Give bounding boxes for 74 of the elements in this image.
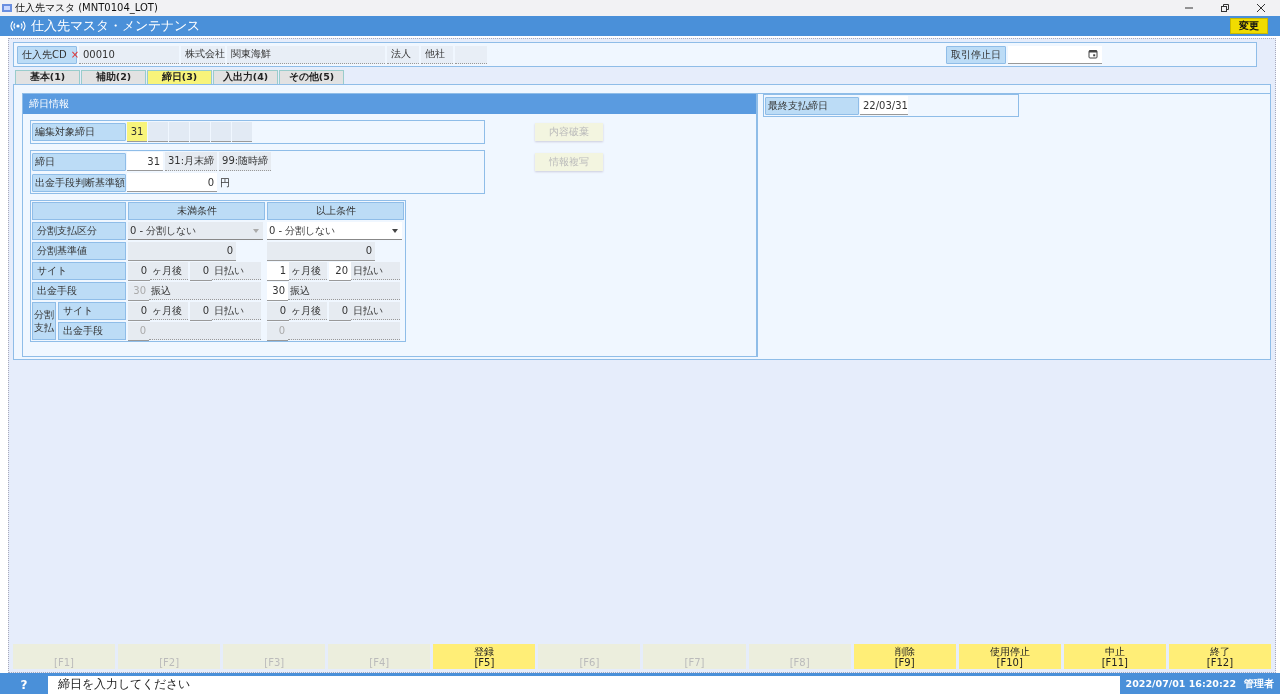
day-cell[interactable] [211, 122, 231, 142]
day-cell[interactable] [169, 122, 189, 142]
input-field[interactable]: 関東海鮮 [227, 45, 385, 64]
function-key[interactable]: 削除 [F9] [853, 644, 956, 669]
dropdown-value: 0 - 分割しない [130, 223, 197, 238]
field-label: 最終支払締日 [765, 96, 859, 115]
field-label: 編集対象締日 [32, 123, 126, 141]
required-mark: × [70, 49, 80, 60]
method-name: 振込 [149, 282, 261, 300]
dropdown-value: 0 - 分割しない [269, 223, 336, 238]
close-icon[interactable] [1256, 3, 1266, 13]
row-label: 分割基準値 [32, 242, 126, 260]
input-field[interactable]: 0 [127, 173, 217, 192]
column-header: 未満条件 [128, 202, 265, 220]
input-field[interactable]: 1 [267, 261, 289, 281]
unit-label: 日払い [212, 262, 261, 280]
row-label: サイト [32, 262, 126, 280]
input-field[interactable]: 20 [329, 261, 351, 281]
column-header: 以上条件 [267, 202, 404, 220]
input-field[interactable] [288, 322, 400, 340]
function-key[interactable]: 中止 [F11] [1063, 644, 1166, 669]
input-field[interactable]: 00010 [79, 45, 179, 64]
day-cell[interactable]: 31 [127, 122, 147, 142]
input-field[interactable]: 30 [267, 281, 288, 301]
unit-label: 円 [220, 175, 230, 190]
caret-icon [253, 228, 259, 233]
input-field[interactable] [149, 322, 261, 340]
window-title: 仕入先マスタ (MNT0104_LOT) [15, 1, 158, 15]
field-label-text: 仕入先CD [22, 47, 67, 62]
day-cell[interactable] [232, 122, 252, 142]
row-label: 出金手段 [58, 322, 126, 340]
unit-label: 日払い [351, 262, 400, 280]
day-cell[interactable] [148, 122, 168, 142]
date-field[interactable] [1008, 45, 1102, 64]
user-name: 管理者 [1244, 678, 1274, 691]
row-label: 分割支払区分 [32, 222, 126, 240]
unit-label: ヶ月後 [289, 262, 327, 280]
restore-icon[interactable] [1220, 3, 1230, 13]
change-button[interactable]: 変更 [1230, 18, 1268, 34]
tab[interactable]: 補助(2) [81, 70, 146, 84]
function-key[interactable]: 登録 [F5] [433, 644, 536, 669]
hint-text: 31:月末締 [165, 152, 218, 171]
caret-icon [392, 228, 398, 233]
calendar-icon [1088, 49, 1098, 59]
broadcast-icon [10, 20, 26, 32]
tab[interactable]: その他(5) [279, 70, 344, 84]
unit-label: ヶ月後 [150, 262, 188, 280]
unit-label: 日払い [212, 302, 261, 320]
input-field[interactable] [455, 45, 487, 64]
tab[interactable]: 締日(3) [147, 70, 212, 84]
app-icon [2, 3, 12, 13]
row-label: 出金手段 [32, 282, 126, 300]
method-name: 振込 [288, 282, 400, 300]
unit-label: ヶ月後 [150, 302, 188, 320]
field-label: 締日 [32, 152, 126, 171]
status-message: 締日を入力してください [48, 675, 1120, 694]
function-key[interactable]: 使用停止 [F10] [958, 644, 1061, 669]
day-cell[interactable] [190, 122, 210, 142]
row-label: サイト [58, 302, 126, 320]
screen-title: 仕入先マスタ・メンテナンス [31, 17, 200, 35]
function-key[interactable]: 終了 [F12] [1168, 644, 1271, 669]
input-field[interactable]: 22/03/31 [860, 96, 908, 115]
section-heading: 締日情報 [23, 94, 756, 114]
tab[interactable]: 基本(1) [15, 70, 80, 84]
datetime-text: 2022/07/01 16:20:22 [1125, 678, 1236, 691]
field-label: 出金手段判断基準額 [32, 173, 126, 192]
unit-label: ヶ月後 [289, 302, 327, 320]
unit-label: 日払い [351, 302, 400, 320]
row-group-label: 分割支払 [32, 302, 56, 340]
field-label: 取引停止日 [946, 45, 1006, 64]
tab[interactable]: 入出力(4) [213, 70, 278, 84]
input-field[interactable]: 31 [127, 152, 163, 171]
dropdown[interactable]: 0 - 分割しない [267, 222, 402, 240]
hint-text: 99:随時締 [219, 152, 272, 171]
